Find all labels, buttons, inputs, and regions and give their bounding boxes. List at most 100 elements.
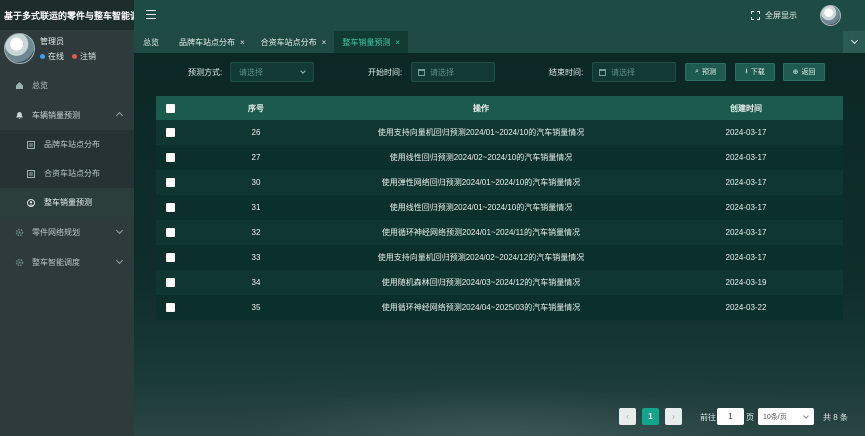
cell-operation: 使用循环神经网络预测2024/01~2024/11的汽车销量情况 xyxy=(382,228,580,237)
sidebar-item-label: 车辆销量预测 xyxy=(32,110,80,120)
tab-overview[interactable]: 总览 xyxy=(134,31,171,53)
table-row[interactable]: 33 使用支持向量机回归预测2024/02~2024/12的汽车销量情况 202… xyxy=(156,245,843,270)
row-checkbox[interactable] xyxy=(166,153,175,162)
logout-dot-icon xyxy=(72,54,77,59)
method-label: 预测方式: xyxy=(188,68,223,77)
chevron-up-icon xyxy=(115,111,124,120)
tabs-dropdown-button[interactable] xyxy=(843,31,865,53)
start-time-input[interactable]: 请选择 xyxy=(411,62,495,82)
download-label: 下载 xyxy=(750,69,765,76)
tab-label: 合资车站点分布 xyxy=(260,37,317,47)
page-size-select[interactable]: 10条/页 xyxy=(758,408,814,425)
back-button[interactable]: ⊕ 返回 xyxy=(783,63,825,81)
end-time-label: 结束时间: xyxy=(549,68,584,77)
download-button[interactable]: ⭳ 下载 xyxy=(735,63,775,81)
cell-no: 30 xyxy=(251,178,261,187)
sidebar-item-vehicle-dispatch[interactable]: 整车智能调度 xyxy=(0,247,134,277)
tab-vehicle-forecast[interactable]: 整车销量预测 × xyxy=(334,31,409,53)
start-time-label: 开始时间: xyxy=(368,68,403,77)
prev-page-button[interactable]: ‹ xyxy=(619,408,636,425)
sidebar-item-jv-distribution[interactable]: 合资车站点分布 xyxy=(0,159,134,188)
sidebar-item-label: 整车智能调度 xyxy=(32,257,80,267)
user-icon xyxy=(26,198,36,207)
online-label: 在线 xyxy=(48,52,64,61)
cell-created: 2024-03-17 xyxy=(725,178,767,187)
avatar[interactable] xyxy=(4,33,35,64)
goto-page-input[interactable]: 1 xyxy=(717,408,744,425)
cell-operation: 使用循环神经网络预测2024/04~2025/03的汽车销量情况 xyxy=(381,303,581,312)
fullscreen-button[interactable]: 全屏显示 xyxy=(751,10,797,21)
select-all-checkbox[interactable] xyxy=(166,104,175,113)
close-icon[interactable]: × xyxy=(322,38,327,47)
header-avatar[interactable] xyxy=(820,5,841,26)
gear-icon xyxy=(14,257,24,267)
row-checkbox[interactable] xyxy=(166,253,175,262)
table-row[interactable]: 27 使用线性回归预测2024/02~2024/10的汽车销量情况 2024-0… xyxy=(156,145,843,170)
column-header-created[interactable]: 创建时间 xyxy=(666,103,826,114)
close-icon[interactable]: × xyxy=(395,38,400,47)
sidebar-item-overview[interactable]: 总览 xyxy=(0,70,134,100)
tab-bar: 总览 品牌车站点分布 × 合资车站点分布 × 整车销量预测 × xyxy=(134,31,865,53)
top-header: 全屏显示 xyxy=(134,0,865,31)
tab-jv-distribution[interactable]: 合资车站点分布 × xyxy=(253,31,335,53)
row-checkbox[interactable] xyxy=(166,278,175,287)
page-number-current[interactable]: 1 xyxy=(642,408,659,425)
fullscreen-icon xyxy=(751,11,760,20)
row-checkbox[interactable] xyxy=(166,128,175,137)
predict-label: 预测 xyxy=(701,69,716,76)
cell-created: 2024-03-19 xyxy=(725,278,767,287)
predict-button[interactable]: ⌕ 预测 xyxy=(685,63,726,81)
column-header-no[interactable]: 序号 xyxy=(216,103,296,114)
column-header-operation[interactable]: 操作 xyxy=(296,103,666,114)
cell-created: 2024-03-17 xyxy=(725,128,767,137)
table-row[interactable]: 31 使用线性回归预测2024/01~2024/10的汽车销量情况 2024-0… xyxy=(156,195,843,220)
back-label: 返回 xyxy=(801,69,816,76)
sidebar-submenu: 品牌车站点分布 合资车站点分布 整车销量预测 xyxy=(0,130,134,217)
end-time-input[interactable]: 请选择 xyxy=(592,62,676,82)
chevron-down-icon xyxy=(803,413,809,419)
sidebar-item-brand-distribution[interactable]: 品牌车站点分布 xyxy=(0,130,134,159)
table-row[interactable]: 32 使用循环神经网络预测2024/01~2024/11的汽车销量情况 2024… xyxy=(156,220,843,245)
sidebar-menu: 总览 车辆销量预测 品牌车站点分布 合资车站点分布 整车销量预测 零件网络规划 … xyxy=(0,70,134,277)
online-dot-icon xyxy=(40,54,45,59)
filter-bar: 预测方式: 请选择 开始时间: 请选择 结束时间: 请选择 ⌕ 预测 ⭳ 下载 … xyxy=(134,62,865,82)
tab-label: 整车销量预测 xyxy=(342,37,391,47)
logout-link[interactable]: 注销 xyxy=(80,51,96,62)
table-row[interactable]: 26 使用支持向量机回归预测2024/01~2024/10的汽车销量情况 202… xyxy=(156,120,843,145)
tab-label: 品牌车站点分布 xyxy=(179,37,235,47)
sidebar: 基于多式联运的零件与整车智能调 管理员 在线 注销 总览 车辆销量预测 品牌车站… xyxy=(0,0,134,436)
cell-created: 2024-03-17 xyxy=(725,153,767,162)
sidebar-item-label: 总览 xyxy=(32,80,48,90)
chevron-down-icon xyxy=(300,68,306,74)
sidebar-item-parts-network[interactable]: 零件网络规划 xyxy=(0,217,134,247)
close-icon[interactable]: × xyxy=(240,38,245,47)
table-row[interactable]: 35 使用循环神经网络预测2024/04~2025/03的汽车销量情况 2024… xyxy=(156,295,843,320)
cell-no: 31 xyxy=(251,203,261,212)
next-page-button[interactable]: › xyxy=(665,408,682,425)
row-checkbox[interactable] xyxy=(166,228,175,237)
row-checkbox[interactable] xyxy=(166,203,175,212)
cell-operation: 使用随机森林回归预测2024/03~2024/12的汽车销量情况 xyxy=(381,278,581,287)
cell-created: 2024-03-22 xyxy=(725,303,767,312)
cell-operation: 使用弹性网络回归预测2024/01~2024/10的汽车销量情况 xyxy=(381,178,581,187)
cell-no: 35 xyxy=(251,303,261,312)
menu-toggle-icon[interactable] xyxy=(146,10,156,19)
cell-no: 32 xyxy=(251,228,261,237)
sidebar-item-sales-forecast[interactable]: 车辆销量预测 xyxy=(0,100,134,130)
sidebar-item-label: 合资车站点分布 xyxy=(44,169,100,178)
table-row[interactable]: 30 使用弹性网络回归预测2024/01~2024/10的汽车销量情况 2024… xyxy=(156,170,843,195)
cell-no: 33 xyxy=(251,253,261,262)
tab-brand-distribution[interactable]: 品牌车站点分布 × xyxy=(171,31,253,53)
cell-created: 2024-03-17 xyxy=(725,228,767,237)
method-select[interactable]: 请选择 xyxy=(230,62,314,82)
cell-operation: 使用线性回归预测2024/01~2024/10的汽车销量情况 xyxy=(389,203,573,212)
row-checkbox[interactable] xyxy=(166,178,175,187)
table-row[interactable]: 34 使用随机森林回归预测2024/03~2024/12的汽车销量情况 2024… xyxy=(156,270,843,295)
list-icon xyxy=(26,140,36,149)
row-checkbox[interactable] xyxy=(166,303,175,312)
chevron-down-icon xyxy=(850,36,858,45)
list-icon xyxy=(26,169,36,178)
download-icon: ⭳ xyxy=(745,67,748,75)
cell-created: 2024-03-17 xyxy=(725,253,767,262)
sidebar-item-vehicle-forecast[interactable]: 整车销量预测 xyxy=(0,188,134,217)
